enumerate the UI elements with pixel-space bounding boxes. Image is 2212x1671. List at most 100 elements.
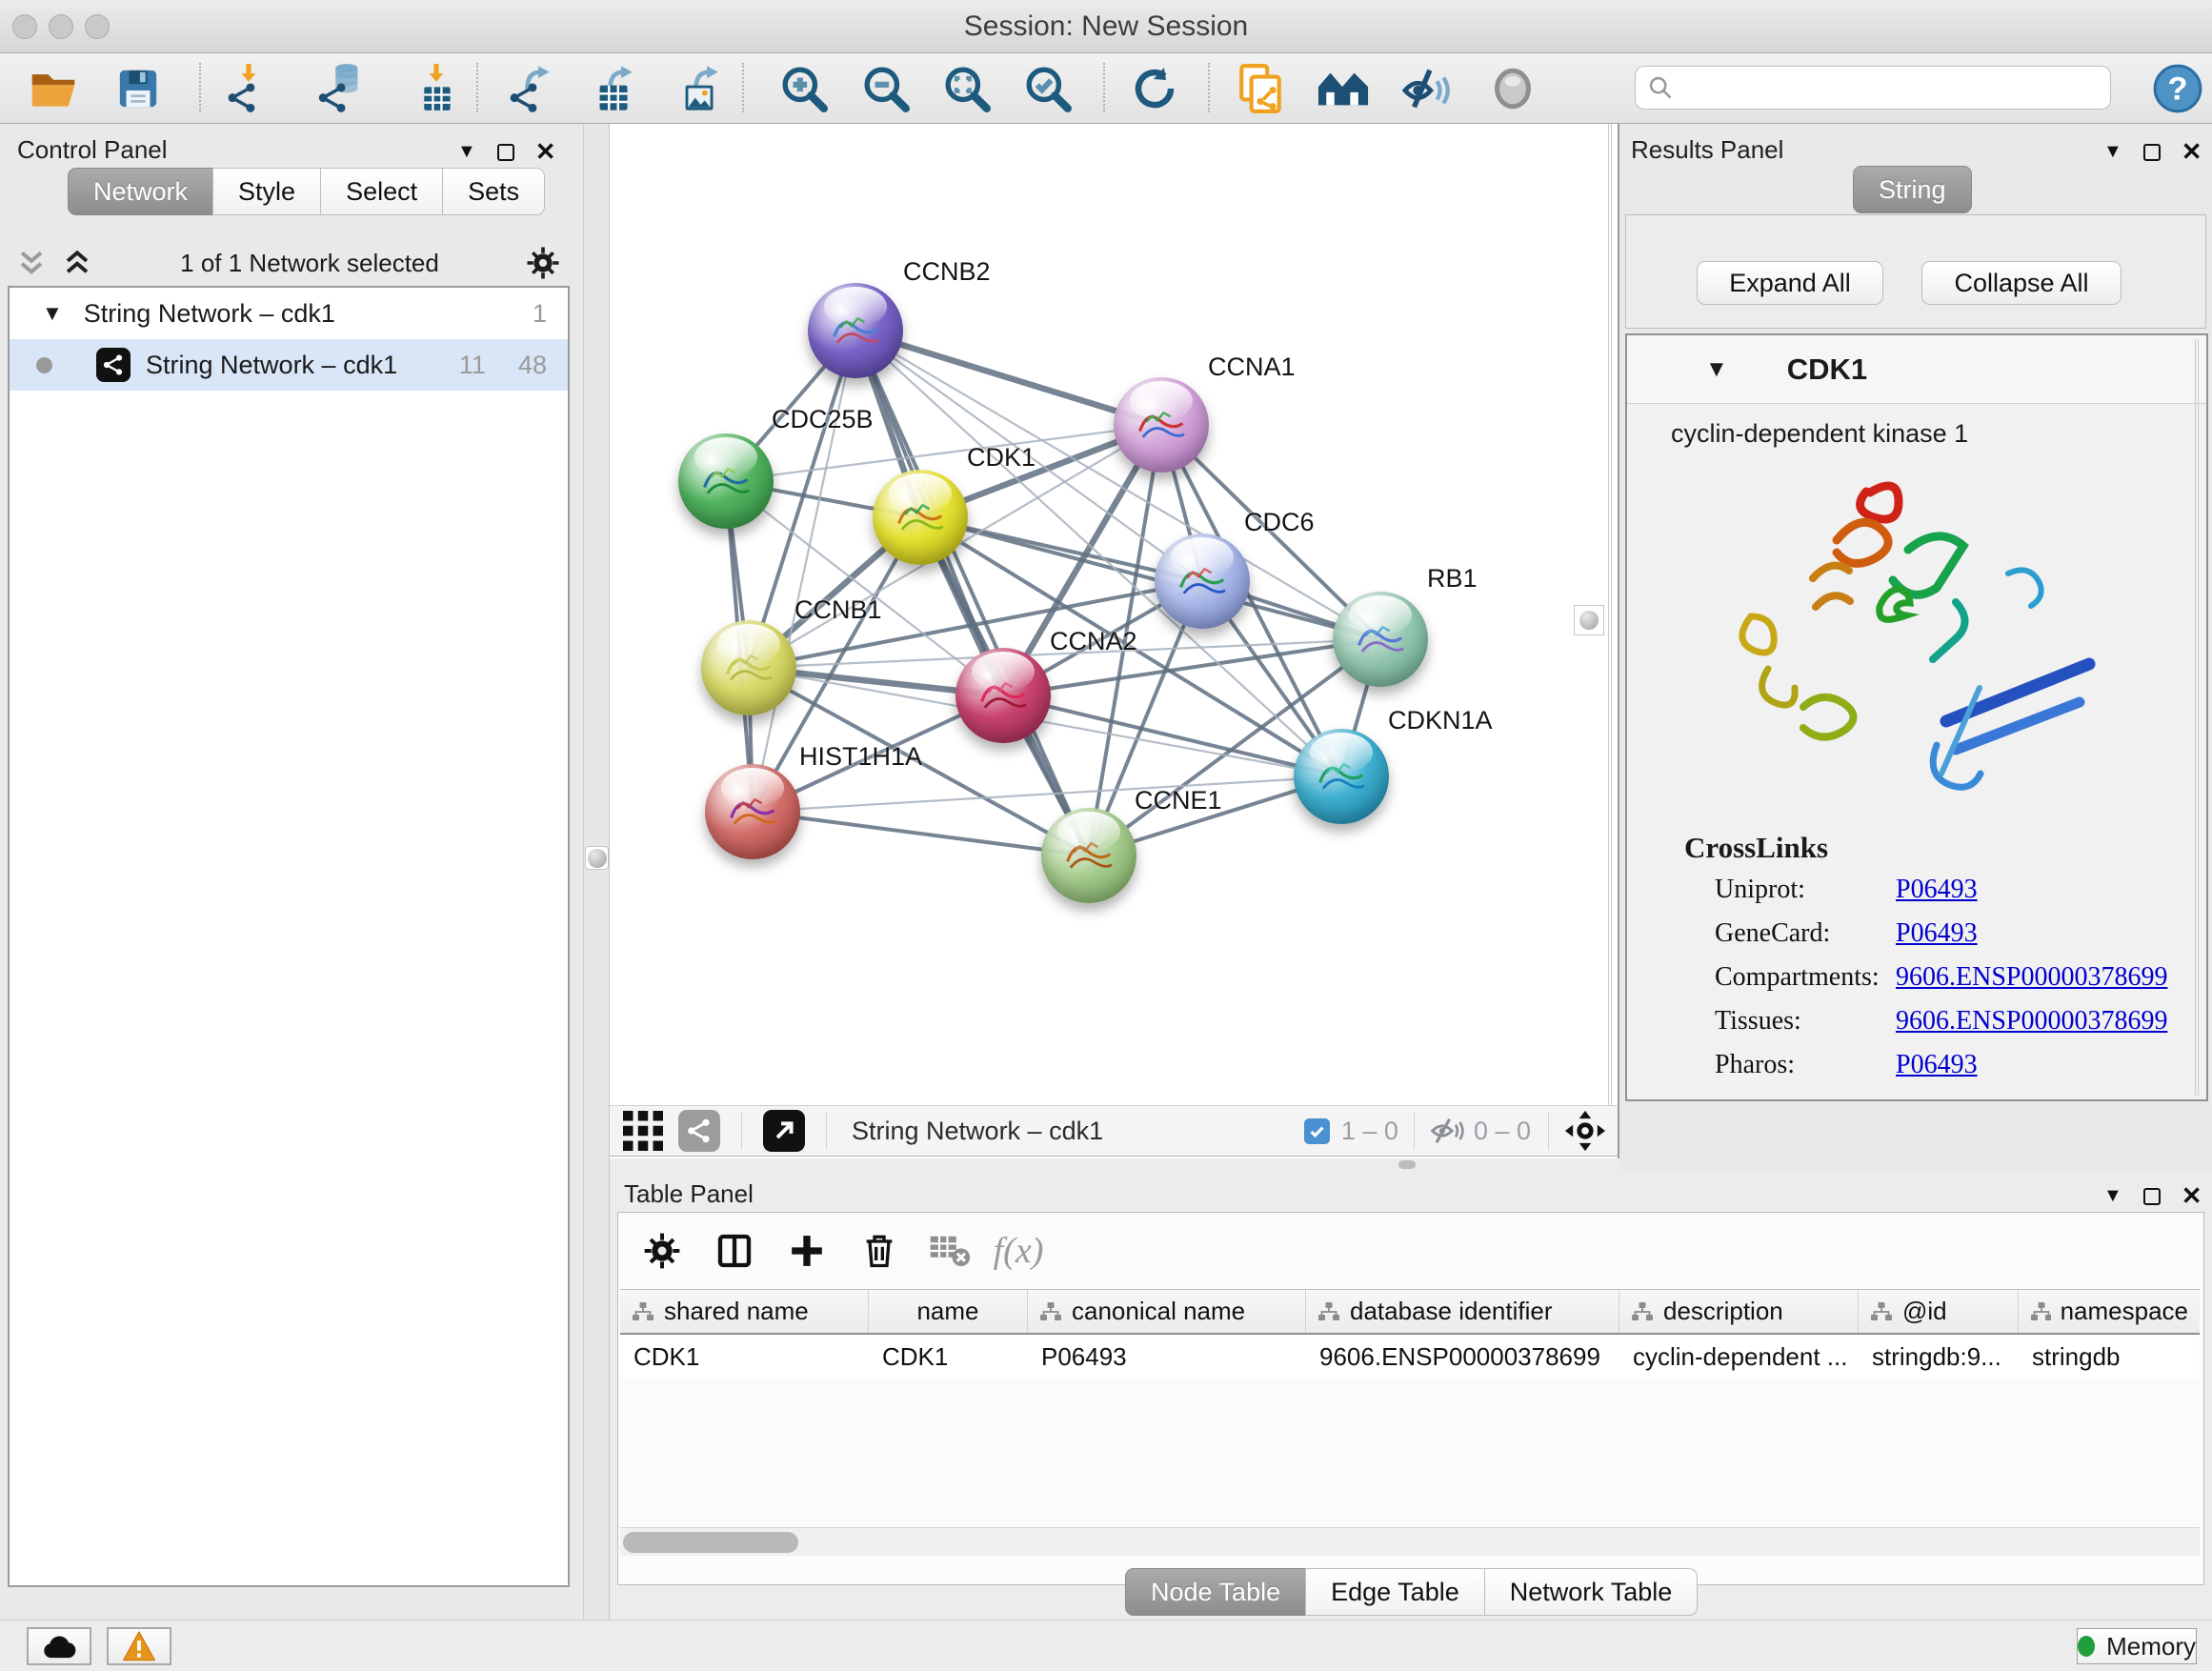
network-node-CDC6[interactable] xyxy=(1155,534,1250,629)
network-node-label: RB1 xyxy=(1427,564,1478,594)
column-header[interactable]: name xyxy=(869,1290,1028,1333)
expand-all-networks-icon[interactable] xyxy=(15,247,48,279)
open-in-new-window-icon[interactable] xyxy=(763,1110,805,1152)
zoom-fit-icon[interactable] xyxy=(940,62,994,115)
pan-move-icon[interactable] xyxy=(1564,1110,1606,1152)
network-node-CCNB1[interactable] xyxy=(701,620,796,715)
column-header[interactable]: canonical name xyxy=(1028,1290,1306,1333)
tab-network-table[interactable]: Network Table xyxy=(1484,1568,1699,1616)
memory-button[interactable]: Memory xyxy=(2077,1628,2197,1664)
save-session-icon[interactable] xyxy=(111,62,165,115)
network-node-CCNA2[interactable] xyxy=(955,648,1051,743)
canvas-vertical-scrollbar[interactable] xyxy=(1608,124,1612,1105)
show-columns-icon[interactable] xyxy=(708,1226,761,1276)
splitter-handle[interactable] xyxy=(585,846,609,870)
horizontal-splitter[interactable] xyxy=(610,1158,1619,1170)
results-panel-float-icon[interactable] xyxy=(2143,144,2161,161)
column-header[interactable]: description xyxy=(1619,1290,1859,1333)
gene-expander-icon[interactable]: ▼ xyxy=(1705,356,1728,383)
selected-checkbox-icon[interactable] xyxy=(1304,1118,1330,1144)
search-field[interactable] xyxy=(1635,66,2111,110)
scrollbar-thumb[interactable] xyxy=(623,1532,798,1553)
grid-view-icon[interactable] xyxy=(623,1111,663,1151)
table-options-gear-icon[interactable] xyxy=(635,1226,689,1276)
window-close-button[interactable] xyxy=(12,14,37,39)
network-node-CDK1[interactable] xyxy=(873,470,968,565)
cloud-button[interactable] xyxy=(27,1627,91,1665)
collapse-all-button[interactable]: Collapse All xyxy=(1921,261,2122,305)
tab-string[interactable]: String xyxy=(1853,166,1972,213)
warnings-button[interactable] xyxy=(107,1627,171,1665)
crosslink-value[interactable]: P06493 xyxy=(1896,875,1978,905)
control-panel-menu-icon[interactable]: ▼ xyxy=(457,141,476,163)
export-network-icon[interactable] xyxy=(505,62,558,115)
network-row-selected[interactable]: String Network – cdk1 11 48 xyxy=(10,339,568,391)
collapse-all-networks-icon[interactable] xyxy=(61,247,93,279)
clone-network-icon[interactable] xyxy=(1235,62,1288,115)
canvas-scrollbar-knob[interactable] xyxy=(1574,605,1604,635)
network-view-title: String Network – cdk1 xyxy=(852,1117,1103,1146)
export-table-icon[interactable] xyxy=(588,62,641,115)
tab-select[interactable]: Select xyxy=(320,168,443,215)
results-panel-close-icon[interactable]: ✕ xyxy=(2182,137,2202,167)
tab-sets[interactable]: Sets xyxy=(442,168,545,215)
import-network-from-database-icon[interactable] xyxy=(315,62,369,115)
crosslink-value[interactable]: P06493 xyxy=(1896,1050,1978,1080)
network-node-HIST1H1A[interactable] xyxy=(705,764,800,859)
crosslink-value[interactable]: P06493 xyxy=(1896,918,1978,949)
apply-layout-icon[interactable] xyxy=(1128,62,1181,115)
open-file-icon[interactable] xyxy=(27,62,80,115)
column-header[interactable]: database identifier xyxy=(1306,1290,1619,1333)
network-options-gear-icon[interactable] xyxy=(526,246,560,280)
zoom-selected-icon[interactable] xyxy=(1021,62,1075,115)
zoom-out-icon[interactable] xyxy=(859,62,913,115)
help-icon[interactable] xyxy=(2151,62,2204,115)
search-input[interactable] xyxy=(1683,73,2099,103)
network-node-CCNA1[interactable] xyxy=(1114,377,1209,473)
add-column-icon[interactable] xyxy=(780,1226,834,1276)
table-row[interactable]: CDK1 CDK1 P06493 9606.ENSP00000378699 cy… xyxy=(620,1335,2200,1378)
hide-labels-icon[interactable] xyxy=(1400,62,1454,115)
tab-style[interactable]: Style xyxy=(212,168,321,215)
table-panel-close-icon[interactable]: ✕ xyxy=(2182,1181,2202,1211)
gene-section-header[interactable]: ▼ CDK1 xyxy=(1627,335,2206,404)
hidden-eye-icon[interactable] xyxy=(1430,1116,1464,1146)
tab-network[interactable]: Network xyxy=(68,168,213,215)
crosslink-value[interactable]: 9606.ENSP00000378699 xyxy=(1896,1006,2167,1037)
share-view-icon[interactable] xyxy=(678,1110,720,1152)
control-panel-float-icon[interactable] xyxy=(497,144,514,161)
window-minimize-button[interactable] xyxy=(49,14,73,39)
home-panel-icon[interactable] xyxy=(1317,62,1370,115)
network-node-CCNB2[interactable] xyxy=(808,283,903,378)
column-header[interactable]: @id xyxy=(1859,1290,2019,1333)
results-scrollbar[interactable] xyxy=(2195,339,2199,1096)
column-header[interactable]: shared name xyxy=(620,1290,869,1333)
vertical-splitter[interactable] xyxy=(583,124,610,1620)
control-panel-close-icon[interactable]: ✕ xyxy=(535,137,556,167)
collection-expander-icon[interactable]: ▼ xyxy=(42,301,63,326)
window-zoom-button[interactable] xyxy=(85,14,110,39)
network-collection-row[interactable]: ▼ String Network – cdk1 1 xyxy=(10,288,568,339)
results-panel-menu-icon[interactable]: ▼ xyxy=(2103,141,2122,163)
network-node-RB1[interactable] xyxy=(1333,592,1428,687)
table-panel-float-icon[interactable] xyxy=(2143,1188,2161,1205)
network-node-CDC25B[interactable] xyxy=(678,433,774,529)
import-table-icon[interactable] xyxy=(409,62,462,115)
tab-edge-table[interactable]: Edge Table xyxy=(1305,1568,1485,1616)
network-node-count: 11 xyxy=(459,351,486,380)
protein-structure-image xyxy=(1694,459,2142,821)
delete-column-icon[interactable] xyxy=(853,1226,906,1276)
network-canvas[interactable]: CCNE1HIST1H1ACDKN1ACCNA2CCNB1RB1CDC6CDK1… xyxy=(610,124,1617,1105)
tab-node-table[interactable]: Node Table xyxy=(1125,1568,1306,1616)
zoom-in-icon[interactable] xyxy=(777,62,831,115)
expand-all-button[interactable]: Expand All xyxy=(1697,261,1883,305)
network-view-panel: CCNE1HIST1H1ACDKN1ACCNA2CCNB1RB1CDC6CDK1… xyxy=(610,124,1619,1170)
network-node-CCNE1[interactable] xyxy=(1041,808,1136,903)
table-panel-menu-icon[interactable]: ▼ xyxy=(2103,1185,2122,1207)
network-node-CDKN1A[interactable] xyxy=(1294,729,1389,824)
table-horizontal-scrollbar[interactable] xyxy=(620,1527,2200,1556)
export-image-icon[interactable] xyxy=(674,62,727,115)
column-header[interactable]: namespace xyxy=(2019,1290,2200,1333)
import-network-icon[interactable] xyxy=(221,62,274,115)
crosslink-value[interactable]: 9606.ENSP00000378699 xyxy=(1896,962,2167,993)
